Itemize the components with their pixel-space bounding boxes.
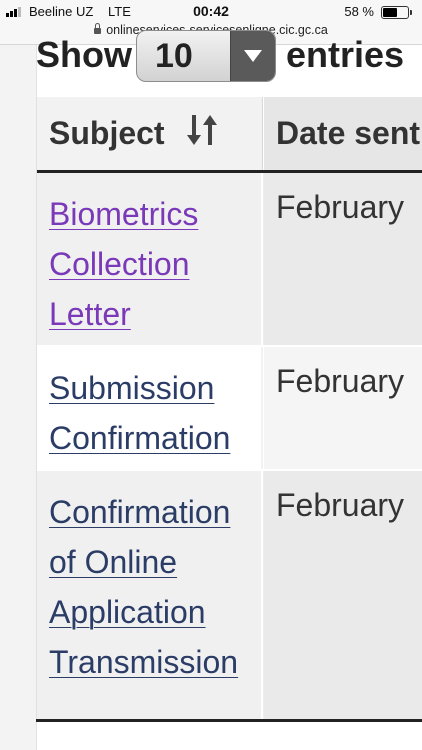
entries-per-page-select[interactable]: 10: [136, 30, 276, 82]
column-header-subject-label: Subject: [49, 115, 165, 151]
status-bar-top: Beeline UZ LTE 00:42 58 %: [0, 3, 422, 21]
correspondence-table: Subject Date sent Biometrics Collection …: [36, 97, 422, 722]
chevron-down-icon: [244, 50, 262, 62]
cell-subject: Biometrics Collection Letter: [37, 173, 263, 345]
table-footer-rule: [36, 719, 422, 722]
column-header-date-sent-label: Date sent: [276, 115, 421, 151]
page-left-gutter: [0, 45, 37, 750]
table-row: Biometrics Collection Letter February: [37, 173, 422, 345]
entries-label: entries: [286, 34, 405, 75]
cell-date-sent: February: [264, 173, 422, 345]
cell-date-sent: February: [264, 347, 422, 469]
subject-link-confirmation-of-online-application-transmission[interactable]: Confirmation of Online Application Trans…: [49, 487, 261, 687]
cell-subject: Confirmation of Online Application Trans…: [37, 471, 263, 719]
show-label: Show: [36, 34, 132, 75]
cell-date-sent: February: [264, 471, 422, 719]
column-header-subject[interactable]: Subject: [37, 97, 263, 170]
entries-per-page-value: 10: [155, 37, 193, 75]
battery-icon: [381, 6, 412, 19]
sort-icon[interactable]: [187, 113, 217, 147]
table-row: Confirmation of Online Application Trans…: [37, 471, 422, 719]
column-header-date-sent[interactable]: Date sent: [264, 97, 422, 170]
table-row: Submission Confirmation February: [37, 347, 422, 469]
cell-subject: Submission Confirmation: [37, 347, 263, 469]
select-dropdown-button[interactable]: [230, 31, 275, 81]
subject-link-submission-confirmation[interactable]: Submission Confirmation: [49, 363, 261, 463]
table-header: Subject Date sent: [37, 97, 422, 173]
subject-link-biometrics-collection-letter[interactable]: Biometrics Collection Letter: [49, 189, 261, 339]
battery-percent: 58 %: [344, 4, 374, 19]
